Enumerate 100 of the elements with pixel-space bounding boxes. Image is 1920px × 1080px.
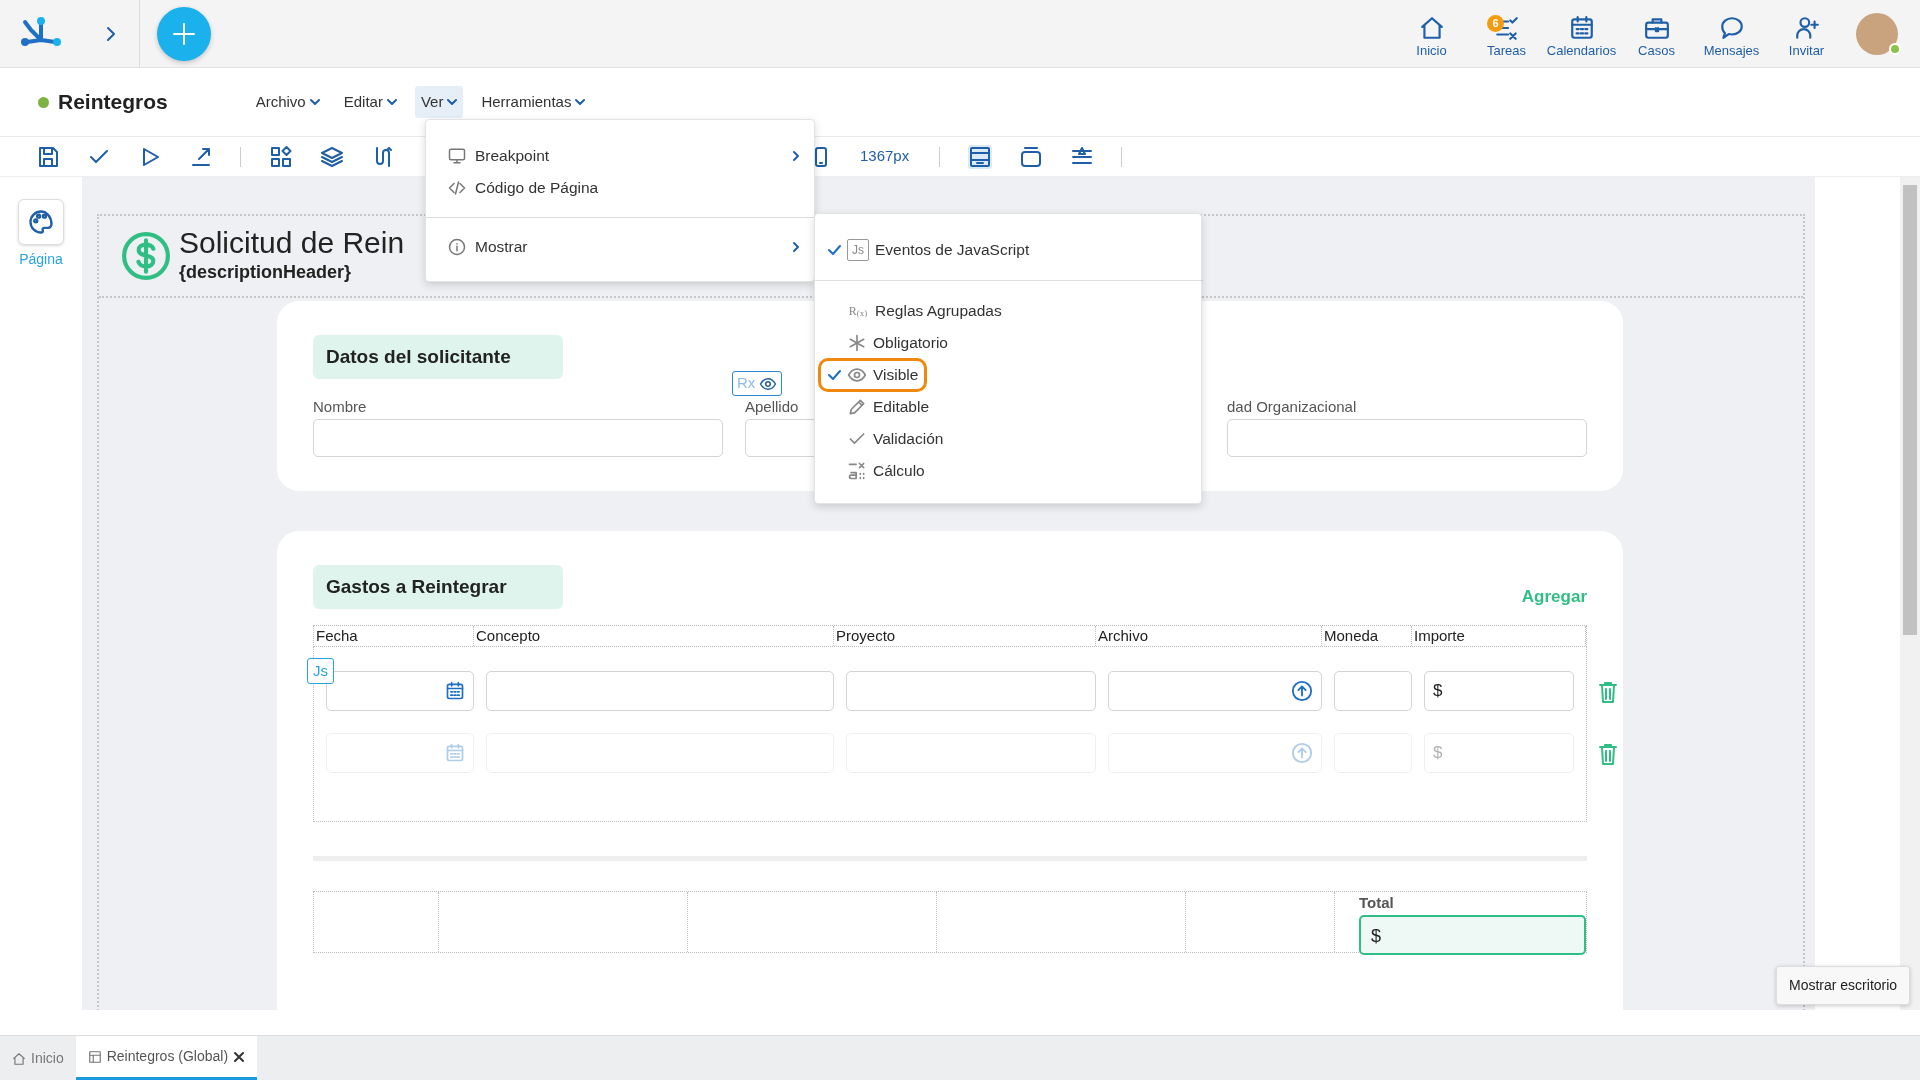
desktop-layout-button[interactable]: [968, 144, 993, 169]
section-title: Datos del solicitante: [313, 335, 563, 379]
menu-item[interactable]: Código de Página: [426, 172, 814, 204]
menu-item-label: Validación: [873, 429, 944, 450]
menu-item[interactable]: Validación: [821, 425, 950, 453]
input-field[interactable]: [846, 671, 1096, 711]
nav-item[interactable]: Inicio: [1394, 6, 1469, 61]
menu-item-label: Visible: [873, 365, 919, 386]
person-plus-icon: [1793, 14, 1820, 41]
chevron-down-icon: [386, 98, 397, 106]
page-button[interactable]: [18, 199, 64, 245]
currency-symbol: $: [1433, 742, 1443, 765]
calendar-icon: [445, 681, 465, 701]
window-tab[interactable]: Reintegros (Global): [75, 1036, 258, 1080]
menu-item[interactable]: Cálculo: [821, 457, 931, 485]
column-header: Concepto: [474, 626, 834, 646]
total-label: Total: [1359, 893, 1395, 913]
save-button[interactable]: [36, 144, 60, 169]
menu[interactable]: Editar: [337, 85, 403, 119]
tooltip: Mostrar escritorio: [1776, 966, 1911, 1005]
count-badge: 6: [1487, 14, 1504, 32]
currency-symbol: $: [1433, 680, 1443, 703]
menu-item-label: Código de Página: [475, 178, 600, 199]
checklist-icon: [1493, 14, 1520, 41]
field-label: Nombre: [313, 397, 367, 417]
menu-item[interactable]: Editable: [821, 393, 935, 421]
layers-button[interactable]: [320, 144, 344, 169]
nav-item[interactable]: Mensajes: [1694, 6, 1769, 61]
tablet-layout-button[interactable]: [1019, 144, 1044, 169]
nav-item[interactable]: Invitar: [1769, 6, 1844, 61]
column-header: Archivo: [1096, 626, 1322, 646]
nav-item[interactable]: Tareas 6: [1469, 6, 1544, 61]
input-field[interactable]: [1334, 671, 1412, 711]
input-field[interactable]: [326, 671, 474, 711]
menu-item-label: Cálculo: [873, 461, 925, 482]
menu-item-label: Editable: [873, 397, 929, 418]
layers-icon: [320, 144, 344, 169]
calculation-icon: [847, 461, 867, 481]
total-field: $: [1359, 914, 1586, 955]
menu-item[interactable]: Breakpoint: [426, 140, 814, 172]
width-reading: 1367px: [860, 146, 910, 167]
save-icon: [36, 144, 60, 169]
menu-item[interactable]: Visible: [821, 361, 925, 389]
column-header: Fecha: [314, 626, 474, 646]
grid-button[interactable]: [269, 144, 293, 169]
trash-icon: [1598, 680, 1618, 703]
menu-item[interactable]: Js Eventos de JavaScript: [821, 236, 1036, 264]
menu-item[interactable]: Obligatorio: [821, 329, 954, 357]
form-subtitle: {descriptionHeader}: [179, 261, 353, 284]
chevron-down-icon: [575, 98, 586, 106]
column-header: Moneda: [1322, 626, 1412, 646]
code-icon: [448, 179, 466, 197]
page-label: Página: [19, 250, 63, 269]
menu-item-label: Mostrar: [475, 237, 529, 258]
home-icon: [12, 1051, 26, 1066]
eye-icon: [759, 375, 778, 392]
input-field[interactable]: [1108, 671, 1322, 711]
event-badge: Js: [307, 658, 334, 684]
palette-icon: [27, 208, 55, 236]
checkmark-icon: [827, 369, 841, 381]
upload-icon: [1291, 742, 1313, 764]
plus-icon: [171, 20, 197, 47]
nav-item[interactable]: Casos: [1619, 6, 1694, 61]
info-icon: [448, 238, 466, 256]
menu[interactable]: Ver: [414, 85, 464, 119]
menu-item-label: Obligatorio: [873, 333, 948, 354]
status-dot: [38, 96, 49, 108]
dollar-circle-icon: [121, 231, 171, 281]
field-label: Apellido: [745, 397, 799, 417]
form-title: Solicitud de Rein: [179, 226, 405, 259]
chevron-down-icon: [309, 98, 320, 106]
input-field[interactable]: [486, 671, 834, 711]
checkmark-icon: [827, 244, 841, 256]
window-tab[interactable]: Inicio: [0, 1036, 76, 1080]
calendar-icon: [445, 743, 465, 763]
grid-icon: [269, 144, 293, 169]
rules-icon: R$_{(x)}$: [847, 300, 869, 322]
menu[interactable]: Archivo: [249, 85, 326, 119]
tablet-layout-icon: [1019, 144, 1044, 169]
nav-item[interactable]: Calendarios: [1544, 6, 1619, 61]
trash-icon: [1598, 742, 1618, 765]
rule-badge-label: Rx: [737, 373, 756, 394]
calendar-icon: [1568, 14, 1595, 41]
menu-item-label: Reglas Agrupadas: [875, 301, 1002, 322]
chevron-down-icon: [447, 98, 458, 106]
eye-icon: [847, 365, 867, 385]
input-field[interactable]: [1227, 419, 1587, 457]
menu-item[interactable]: R$_{(x)}$ Reglas Agrupadas: [821, 297, 1008, 325]
online-status-dot: [1889, 42, 1901, 55]
chat-bubble-icon: [1718, 14, 1745, 41]
menu-item[interactable]: Mostrar: [426, 231, 814, 263]
pencil-icon: [847, 397, 867, 417]
home-icon: [1418, 14, 1445, 41]
column-header: Proyecto: [834, 626, 1096, 646]
input-field[interactable]: [313, 419, 723, 457]
menu-item-label: Eventos de JavaScript: [875, 240, 1030, 261]
asterisk-icon: [847, 333, 867, 353]
monitor-icon: [448, 147, 466, 165]
menu[interactable]: Herramientas: [475, 85, 592, 119]
input-field[interactable]: $: [1424, 671, 1574, 711]
